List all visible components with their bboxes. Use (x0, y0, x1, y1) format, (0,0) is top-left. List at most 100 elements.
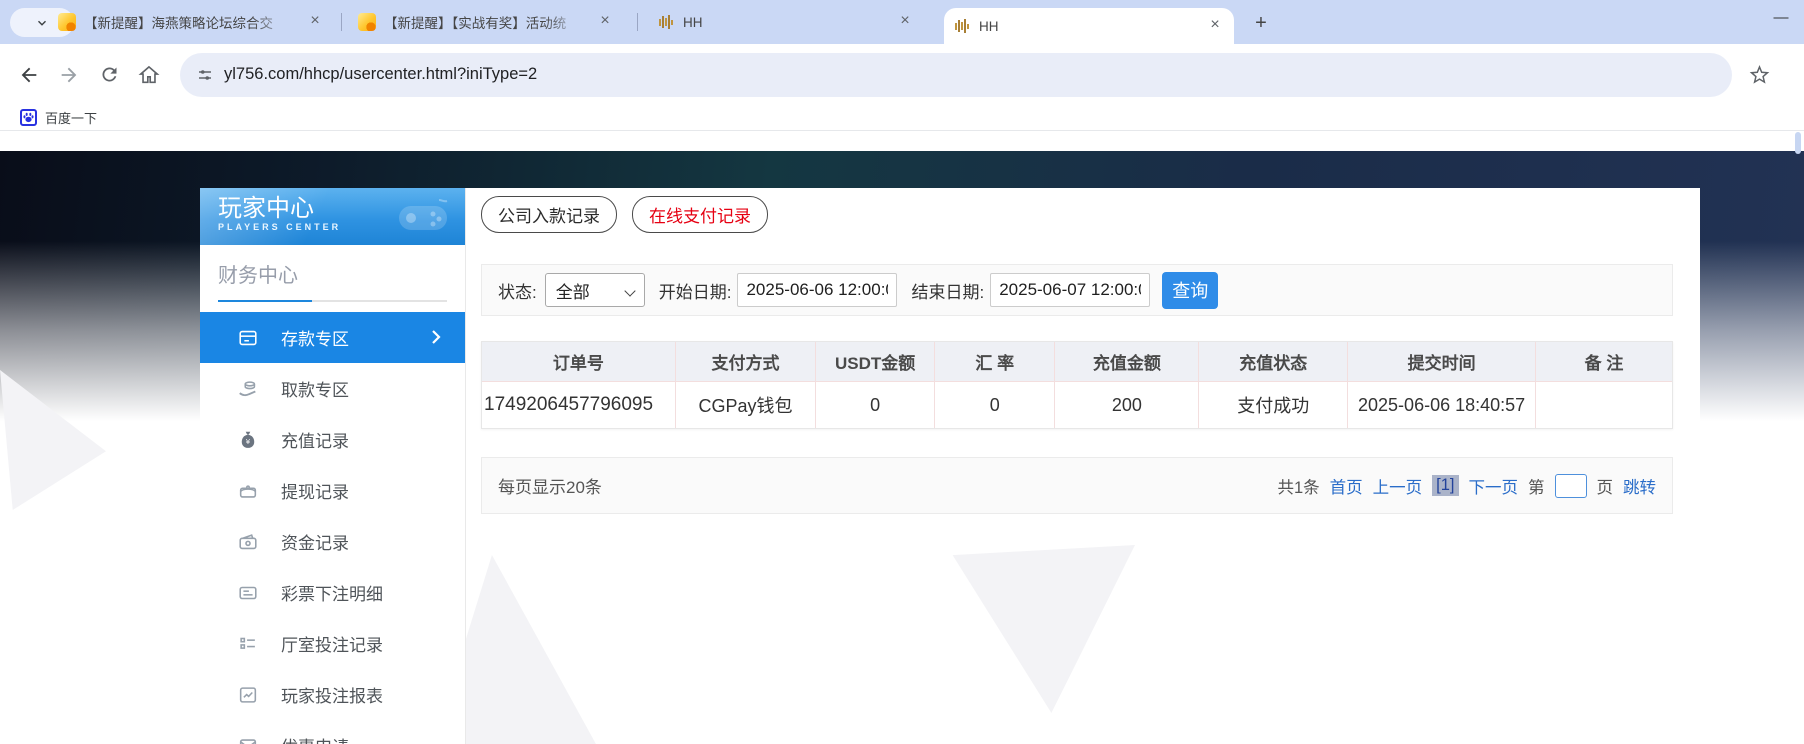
sidebar-item-fund-records[interactable]: 资金记录 (200, 516, 465, 567)
deposit-card-icon (237, 327, 259, 349)
gold-wave-icon (955, 19, 969, 33)
cell-rate: 0 (934, 382, 1054, 428)
forward-button[interactable] (52, 58, 86, 92)
col-submit-time: 提交时间 (1347, 342, 1535, 381)
mail-icon (237, 735, 259, 744)
address-bar[interactable]: yl756.com/hhcp/usercenter.html?iniType=2 (180, 52, 1732, 97)
pagination-bar: 每页显示20条 共1条 首页 上一页 [1] 下一页 第 页 跳转 (481, 457, 1673, 514)
filter-bar: 状态: 全部 开始日期: 结束日期: 查询 (481, 264, 1673, 316)
sidebar-item-label: 彩票下注明细 (281, 585, 383, 604)
cell-submit-time: 2025-06-06 18:40:57 (1347, 382, 1535, 428)
url-text[interactable]: yl756.com/hhcp/usercenter.html?iniType=2 (224, 65, 537, 84)
sidebar-item-label: 取款专区 (281, 381, 349, 400)
bookmarks-bar: 百度一下 (0, 105, 1804, 131)
end-date-input[interactable] (990, 273, 1151, 307)
sidebar-item-recharge-records[interactable]: ¥ 充值记录 (200, 414, 465, 465)
chat-orange-icon (358, 13, 376, 31)
sidebar-divider (218, 300, 447, 302)
chevron-right-icon (432, 330, 441, 344)
first-page-link[interactable]: 首页 (1330, 474, 1363, 498)
new-tab-button[interactable]: + (1248, 10, 1274, 36)
sidebar-item-deposit-zone[interactable]: 存款专区 (200, 312, 465, 363)
page-scrollbar-thumb[interactable] (1795, 132, 1801, 154)
sidebar-item-player-bet-report[interactable]: 玩家投注报表 (200, 669, 465, 720)
purse-icon (237, 480, 259, 502)
sidebar-menu: 存款专区 取款专区 ¥ 充值记录 提现记录 资金记录 彩票下注明细 厅室投注记录… (200, 312, 465, 744)
chat-orange-icon (58, 13, 76, 31)
col-remark: 备 注 (1535, 342, 1672, 381)
col-pay-method: 支付方式 (674, 342, 815, 381)
decor-triangle (952, 545, 1135, 713)
home-icon (138, 65, 160, 83)
sidebar-item-label: 存款专区 (281, 330, 349, 349)
tab-1[interactable]: 【新提醒】海燕策略论坛综合交 × (48, 0, 334, 44)
sidebar-section-title: 财务中心 (218, 265, 298, 287)
browser-toolbar: yl756.com/hhcp/usercenter.html?iniType=2 (0, 44, 1804, 105)
gold-wave-icon (659, 15, 673, 29)
total-count-text: 共1条 (1277, 478, 1320, 497)
list-items-icon (237, 633, 259, 655)
tab-divider (341, 13, 342, 31)
jump-label-pre: 第 (1528, 478, 1545, 497)
close-icon[interactable]: × (896, 13, 914, 31)
forward-arrow-icon (61, 67, 77, 82)
bookmark-star-button[interactable] (1742, 58, 1776, 92)
page-size-text: 每页显示20条 (498, 478, 602, 497)
sidebar-item-label: 玩家投注报表 (281, 687, 383, 706)
sidebar-item-withdraw-zone[interactable]: 取款专区 (200, 363, 465, 414)
browser-window: 【新提醒】海燕策略论坛综合交 × 【新提醒】【实战有奖】活动统 × HH × H… (0, 0, 1804, 744)
tab-2[interactable]: 【新提醒】【实战有奖】活动统 × (348, 0, 624, 44)
sidebar-item-hall-bet-records[interactable]: 厅室投注记录 (200, 618, 465, 669)
records-table: 订单号 支付方式 USDT金额 汇 率 充值金额 充值状态 提交时间 备 注 1… (481, 341, 1673, 429)
prev-page-link[interactable]: 上一页 (1373, 474, 1423, 498)
sidebar-item-promo-apply[interactable]: 优惠申请 (200, 720, 465, 744)
chart-report-icon (237, 684, 259, 706)
chevron-down-icon (38, 20, 46, 26)
tab-4-active[interactable]: HH × (944, 8, 1234, 44)
search-button[interactable]: 查询 (1162, 271, 1219, 309)
table-header-row: 订单号 支付方式 USDT金额 汇 率 充值金额 充值状态 提交时间 备 注 (482, 342, 1672, 382)
tab-3[interactable]: HH × (648, 0, 924, 44)
bookmark-baidu[interactable]: 百度一下 (20, 108, 97, 127)
close-icon[interactable]: × (1206, 17, 1224, 35)
record-type-tabs: 公司入款记录 在线支付记录 (481, 196, 1673, 233)
main-content: 公司入款记录 在线支付记录 状态: 全部 开始日期: 结束日期: 查询 (466, 188, 1700, 540)
table-row: 1749206457796095 CGPay钱包 0 0 200 支付成功 20… (482, 382, 1672, 428)
sidebar-subtitle: PLAYERS CENTER (218, 222, 342, 232)
sidebar-item-label: 优惠申请 (281, 733, 349, 744)
window-minimize-button[interactable]: — (1764, 2, 1798, 32)
bookmark-label: 百度一下 (45, 111, 98, 126)
jump-button[interactable]: 跳转 (1623, 474, 1656, 498)
cell-remark (1535, 382, 1672, 428)
wallet-bills-icon (237, 531, 259, 553)
back-button[interactable] (12, 58, 46, 92)
jump-label-post: 页 (1596, 478, 1614, 497)
page-viewport: 玩家中心 PLAYERS CENTER 财务中心 存款专区 取款专区 ¥ 充值记… (0, 131, 1804, 744)
status-select-value: 全部 (555, 282, 590, 302)
sidebar-item-withdrawal-records[interactable]: 提现记录 (200, 465, 465, 516)
site-settings-icon (199, 69, 211, 80)
next-page-link[interactable]: 下一页 (1469, 474, 1519, 498)
col-amount: 充值金额 (1054, 342, 1198, 381)
home-button[interactable] (132, 58, 166, 92)
sidebar-title: 玩家中心 (218, 195, 314, 222)
close-icon[interactable]: × (596, 13, 614, 31)
current-page-indicator: [1] (1432, 475, 1459, 496)
reload-button[interactable] (92, 58, 126, 92)
cell-amount: 200 (1054, 382, 1198, 428)
cell-usdt-amount: 0 (815, 382, 934, 428)
money-bag-icon: ¥ (237, 429, 259, 451)
status-select[interactable]: 全部 (544, 273, 645, 307)
start-date-input[interactable] (737, 273, 898, 307)
tab-title: 【新提醒】【实战有奖】活动统 (384, 16, 567, 31)
players-center-banner: 玩家中心 PLAYERS CENTER (200, 188, 465, 245)
col-order-no: 订单号 (552, 354, 604, 373)
close-icon[interactable]: × (306, 13, 324, 31)
jump-page-input[interactable] (1554, 473, 1587, 498)
col-usdt-amount: USDT金额 (815, 342, 934, 381)
tab-online-payment-records[interactable]: 在线支付记录 (632, 196, 768, 233)
sidebar-item-lottery-bet-details[interactable]: 彩票下注明细 (200, 567, 465, 618)
tab-strip: 【新提醒】海燕策略论坛综合交 × 【新提醒】【实战有奖】活动统 × HH × H… (0, 0, 1804, 44)
tab-company-deposit-records[interactable]: 公司入款记录 (481, 196, 617, 233)
cell-order-no: 1749206457796095 (484, 394, 654, 415)
